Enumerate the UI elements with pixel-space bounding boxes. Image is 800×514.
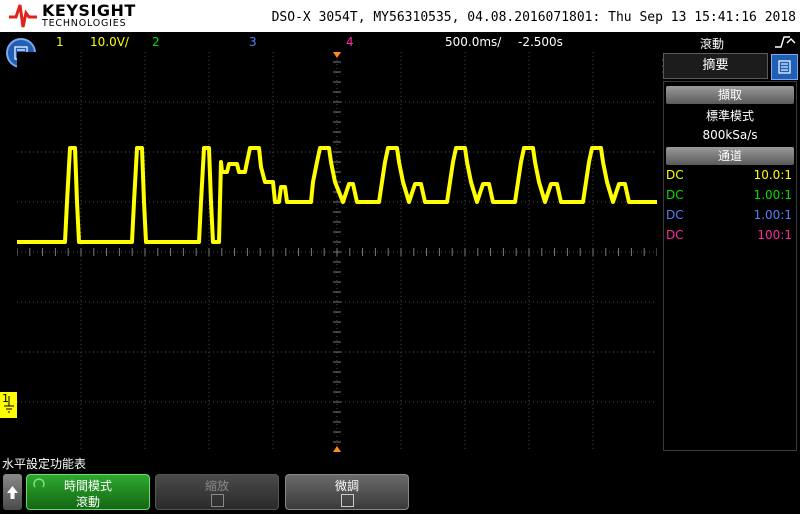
fine-label: 微調	[334, 479, 359, 493]
channel-coupling: DC	[666, 188, 684, 202]
channel-row-2: DC 1.00:1	[666, 188, 794, 206]
brand-subtitle: TECHNOLOGIES	[42, 18, 127, 29]
probe-ratio: 10.0:1	[753, 168, 792, 182]
device-info: DSO-X 3054T, MY56310535, 04.08.201607180…	[271, 10, 796, 25]
channel-coupling: DC	[666, 228, 684, 242]
trigger-position-marker	[333, 52, 341, 58]
ch1-ground-marker[interactable]: 1	[0, 392, 17, 418]
probe-ratio: 100:1	[757, 228, 792, 242]
ch2-number[interactable]: 2	[152, 35, 160, 49]
probe-ratio: 1.00:1	[753, 208, 792, 222]
ch1-number[interactable]: 1	[56, 35, 64, 49]
tab-summary[interactable]: 摘要	[663, 53, 768, 79]
acquire-mode: 標準模式	[705, 109, 754, 123]
time-mode-label: 時間模式	[63, 479, 112, 493]
fine-softkey[interactable]: 微調	[285, 474, 409, 510]
zoom-checkbox[interactable]	[211, 494, 224, 507]
menu-title: 水平設定功能表	[2, 457, 87, 471]
time-mode-softkey[interactable]: 時間模式 滾動	[26, 474, 150, 510]
acquire-header: 擷取	[666, 86, 794, 104]
channel-row-3: DC 1.00:1	[666, 208, 794, 226]
list-icon	[778, 60, 791, 74]
keysight-logo-icon	[9, 4, 37, 28]
waveform-graticule	[17, 52, 657, 452]
time-delay[interactable]: -2.500s	[518, 35, 563, 49]
channel-coupling: DC	[666, 168, 684, 182]
ch3-number[interactable]: 3	[249, 35, 257, 49]
channel-coupling: DC	[666, 208, 684, 222]
zoom-label: 縮放	[204, 479, 229, 493]
channel-row-1: DC 10.0:1	[666, 168, 794, 186]
acquisition-mode: 滾動	[700, 37, 725, 51]
trigger-edge-icon[interactable]	[774, 34, 796, 50]
header-bar: KEYSIGHT TECHNOLOGIES DSO-X 3054T, MY563…	[0, 0, 800, 32]
ground-icon	[4, 396, 14, 413]
channel-status-bar: 1 10.0V/ 2 3 4 500.0ms/ -2.500s 滾動	[0, 32, 800, 52]
sample-rate: 800kSa/s	[702, 128, 758, 142]
channel-row-4: DC 100:1	[666, 228, 794, 246]
time-scale[interactable]: 500.0ms/	[445, 35, 501, 49]
summary-view-button[interactable]	[771, 54, 798, 80]
time-mode-value: 滾動	[75, 495, 100, 509]
probe-ratio: 1.00:1	[753, 188, 792, 202]
zoom-softkey[interactable]: 縮放	[155, 474, 279, 510]
fine-checkbox[interactable]	[341, 494, 354, 507]
back-button[interactable]	[3, 474, 22, 510]
channels-header: 通道	[666, 147, 794, 165]
ch4-number[interactable]: 4	[346, 35, 354, 49]
arrow-up-icon	[7, 486, 18, 499]
ch1-scale[interactable]: 10.0V/	[90, 35, 129, 49]
waveform-display[interactable]	[17, 52, 657, 452]
